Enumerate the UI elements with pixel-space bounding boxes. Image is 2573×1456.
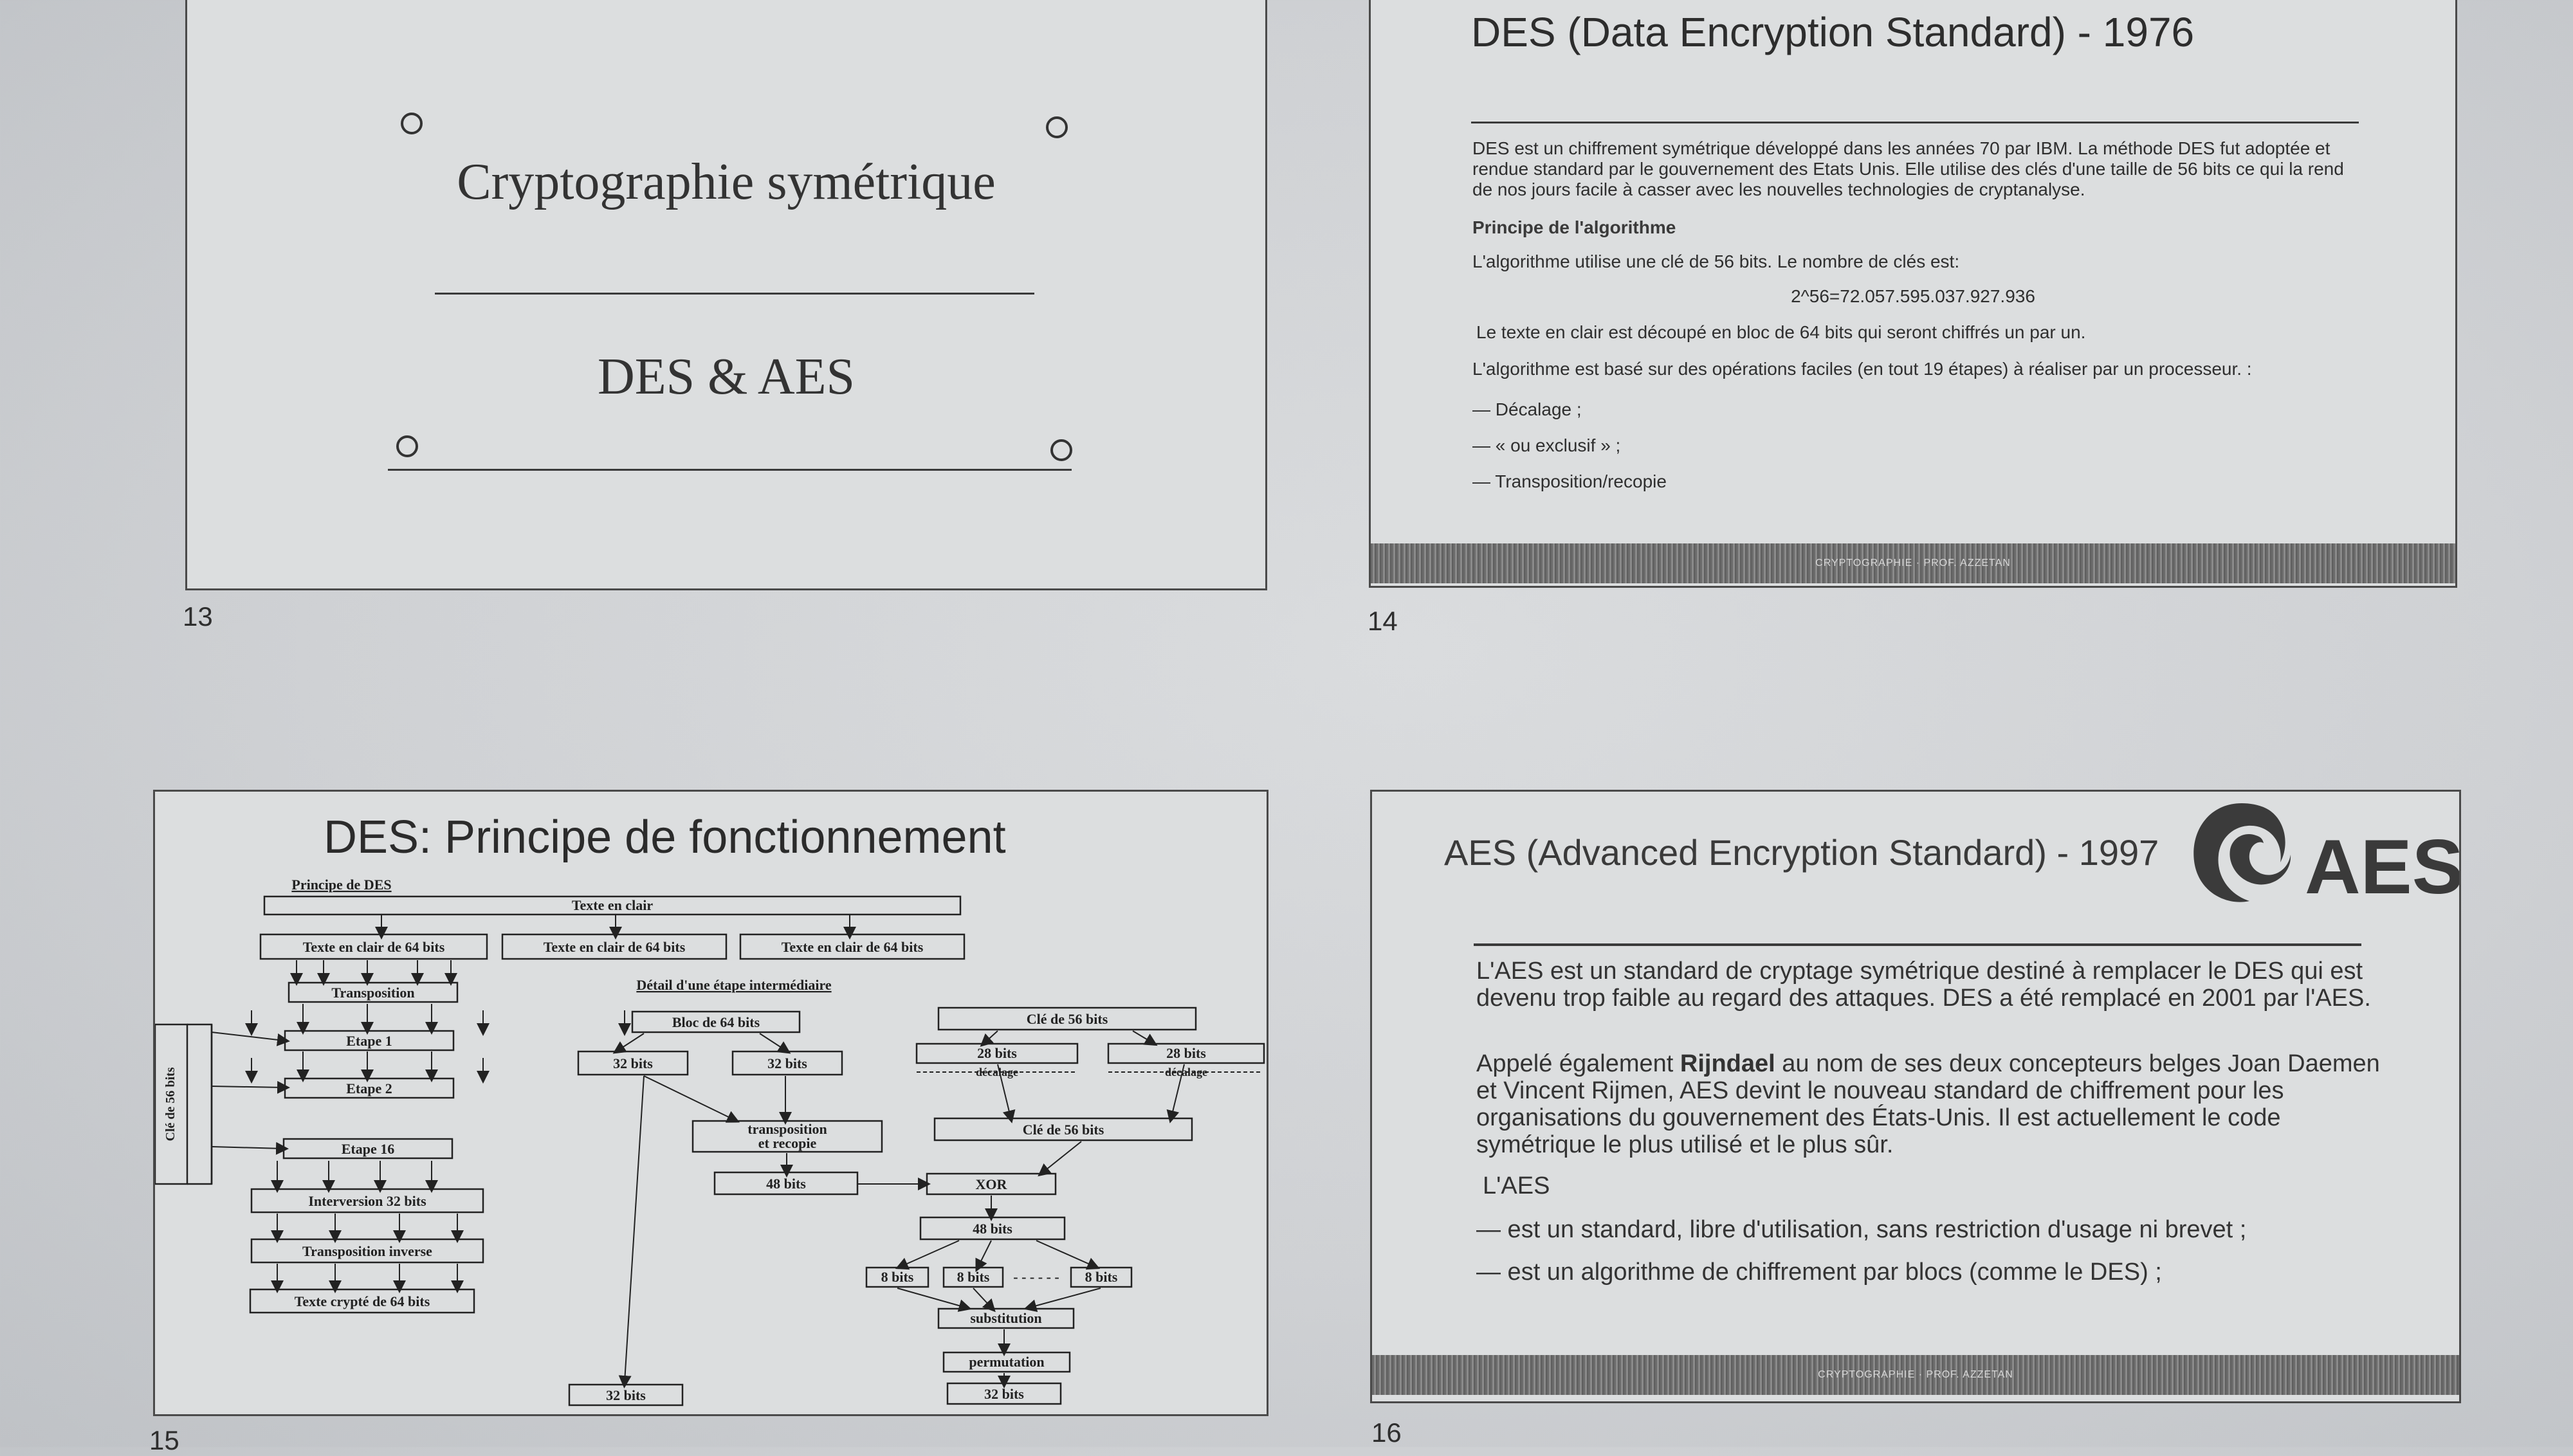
aes-logo-text: AES — [2305, 824, 2461, 910]
page-number-15: 15 — [149, 1425, 179, 1455]
slide-15: DES: Principe de fonctionnement Principe… — [153, 790, 1268, 1416]
box-key-56: Clé de 56 bits — [1023, 1122, 1104, 1138]
binder-ring-icon — [1050, 439, 1072, 461]
divider — [1471, 122, 2359, 123]
box-32-bits: 32 bits — [767, 1055, 807, 1071]
box-permutation: permutation — [969, 1354, 1044, 1370]
operation-item: — « ou exclusif » ; — [1472, 435, 1621, 455]
binder-ring-icon — [396, 435, 418, 457]
box-48-bits: 48 bits — [766, 1176, 806, 1192]
operations-line: L'algorithme est basé sur des opérations… — [1472, 359, 2252, 379]
block-line: Le texte en clair est découpé en bloc de… — [1476, 322, 2086, 342]
box-28-bits: 28 bits — [977, 1045, 1017, 1061]
box-block64: Texte en clair de 64 bits — [544, 939, 686, 955]
paragraph-2-pre: Appelé également — [1476, 1050, 1680, 1077]
slide-title: DES (Data Encryption Standard) - 1976 — [1471, 9, 2195, 55]
operation-item: — Transposition/recopie — [1472, 471, 1667, 491]
box-block64: Texte en clair de 64 bits — [303, 939, 445, 955]
divider — [1474, 943, 2361, 946]
section-heading: Principe de l'algorithme — [1472, 217, 1676, 237]
binder-ring-icon — [401, 113, 423, 134]
box-etape-16: Etape 16 — [342, 1141, 395, 1157]
des-flow-diagram: Principe de DES Texte en clair Texte en … — [155, 877, 1265, 1406]
box-block64: Texte en clair de 64 bits — [782, 939, 924, 955]
box-8-bits: 8 bits — [1085, 1269, 1118, 1285]
key-count-formula: 2^56=72.057.595.037.927.936 — [1791, 286, 2035, 306]
footer-band: CRYPTOGRAPHIE · PROF. AZZETAN — [1371, 543, 2455, 583]
page-number-14: 14 — [1368, 606, 1398, 636]
slide-13: Cryptographie symétrique DES & AES — [185, 0, 1267, 590]
box-48-bits: 48 bits — [973, 1221, 1012, 1237]
paragraph-1: L'AES est un standard de cryptage symétr… — [1476, 958, 2371, 1012]
slide-title: AES (Advanced Encryption Standard) - 199… — [1444, 832, 2159, 873]
key-line: L'algorithme utilise une clé de 56 bits.… — [1472, 251, 1960, 271]
box-interversion: Interversion 32 bits — [308, 1193, 426, 1209]
aes-bullet: — est un algorithme de chiffrement par b… — [1476, 1259, 2162, 1286]
box-key-56: Clé de 56 bits — [1027, 1011, 1108, 1027]
rijndael-name: Rijndael — [1680, 1050, 1775, 1077]
decalage-label: décalage — [976, 1066, 1018, 1078]
diagram-left-heading: Principe de DES — [291, 877, 391, 893]
box-transposition: Transposition — [331, 985, 414, 1001]
slide-16: AES (Advanced Encryption Standard) - 199… — [1370, 790, 2461, 1403]
decalage-label: décalage — [1165, 1066, 1207, 1078]
slide-14: DES (Data Encryption Standard) - 1976 DE… — [1369, 0, 2457, 588]
footer-text: CRYPTOGRAPHIE · PROF. AZZETAN — [1818, 1369, 2013, 1380]
box-transposition-recopie: et recopie — [758, 1135, 817, 1151]
diagram-right-heading: Détail d'une étape intermédiaire — [636, 977, 831, 993]
box-etape-2: Etape 2 — [346, 1080, 392, 1097]
page-number-16: 16 — [1371, 1417, 1402, 1448]
intro-paragraph: DES est un chiffrement symétrique dévelo… — [1472, 138, 2344, 199]
box-32-bits: 32 bits — [606, 1387, 646, 1403]
box-32-bits: 32 bits — [613, 1055, 653, 1071]
box-plain-text: Texte en clair — [572, 897, 653, 913]
operation-item: — Décalage ; — [1472, 399, 1582, 419]
divider — [435, 293, 1034, 295]
slide-title: Cryptographie symétrique — [457, 154, 996, 210]
aes-bullet: — est un standard, libre d'utilisation, … — [1476, 1216, 2247, 1243]
box-xor: XOR — [976, 1176, 1008, 1192]
binder-ring-icon — [1046, 116, 1068, 138]
divider — [388, 469, 1072, 471]
box-28-bits: 28 bits — [1166, 1045, 1206, 1061]
paragraph-2: Appelé également Rijndael au nom de ses … — [1476, 1050, 2390, 1158]
aes-lead: L'AES — [1483, 1172, 1550, 1199]
key-label: Clé de 56 bits — [163, 1067, 178, 1141]
box-8-bits: 8 bits — [957, 1269, 990, 1285]
box-transposition-inverse: Transposition inverse — [302, 1243, 432, 1259]
box-8-bits: 8 bits — [881, 1269, 914, 1285]
dots: - - - - - - — [1013, 1269, 1059, 1285]
box-32-bits: 32 bits — [984, 1386, 1024, 1402]
aes-logo-icon — [2193, 803, 2291, 902]
footer-band: CRYPTOGRAPHIE · PROF. AZZETAN — [1372, 1355, 2459, 1395]
box-bloc64: Bloc de 64 bits — [672, 1014, 760, 1030]
slide-subtitle: DES & AES — [597, 349, 856, 405]
slide-body: DES est un chiffrement symétrique dévelo… — [1472, 138, 2360, 200]
footer-text: CRYPTOGRAPHIE · PROF. AZZETAN — [1815, 558, 2011, 569]
box-substitution: substitution — [970, 1310, 1041, 1326]
box-cipher: Texte crypté de 64 bits — [295, 1293, 430, 1309]
box-etape-1: Etape 1 — [346, 1033, 392, 1049]
page-number-13: 13 — [183, 601, 213, 632]
